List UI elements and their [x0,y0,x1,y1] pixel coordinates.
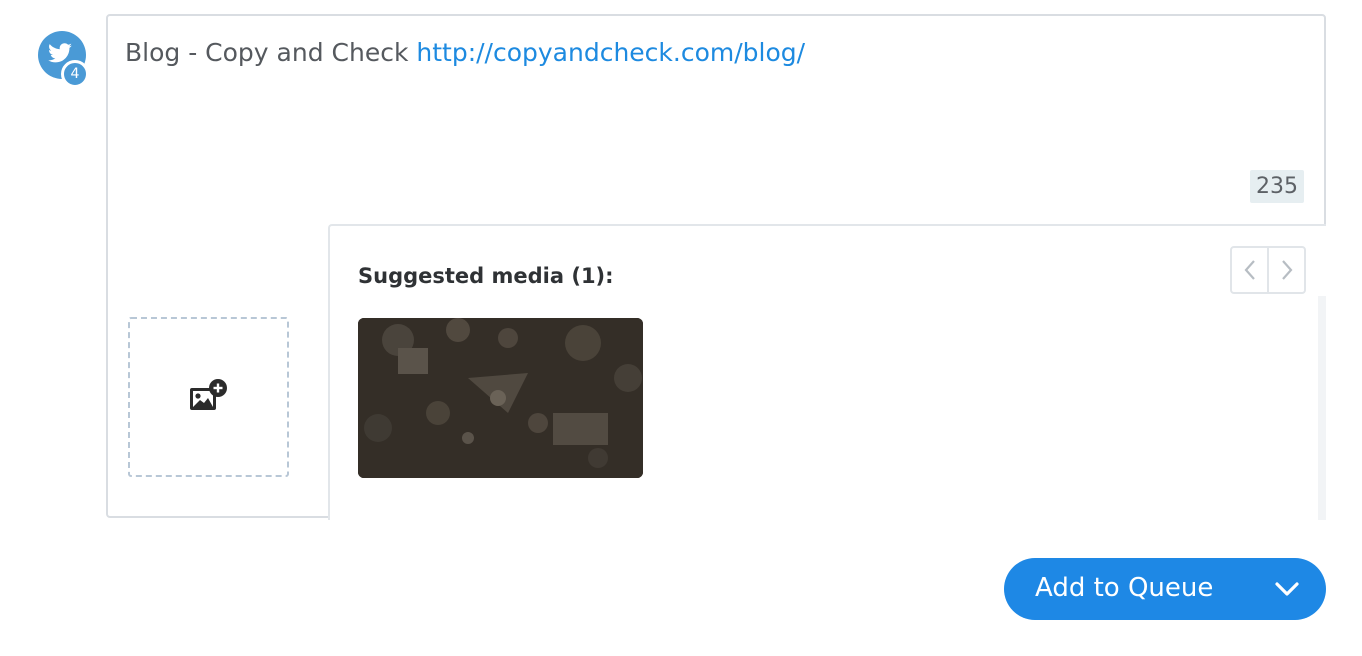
add-image-icon [189,379,227,410]
chevron-right-icon [1281,260,1292,280]
chevron-left-icon [1244,260,1255,280]
account-count-badge: 4 [61,60,89,88]
suggested-media-title: Suggested media (1): [358,264,614,288]
post-composer[interactable]: Blog - Copy and Check http://copyandchec… [106,14,1326,520]
post-text-body: Blog - Copy and Check [125,38,417,67]
post-text[interactable]: Blog - Copy and Check http://copyandchec… [125,38,805,67]
add-to-queue-button[interactable]: Add to Queue [1004,558,1326,620]
previous-media-button[interactable] [1232,248,1267,292]
character-count: 235 [1250,170,1304,203]
add-to-queue-label: Add to Queue [1035,573,1214,603]
queue-options-toggle[interactable] [1274,580,1300,602]
chevron-down-icon [1275,582,1299,596]
add-media-button[interactable] [128,317,289,477]
media-pager [1230,246,1306,294]
meeting-table-photo [358,318,643,478]
post-link[interactable]: http://copyandcheck.com/blog/ [416,38,805,67]
suggested-media-panel: Suggested media (1): [328,224,1326,520]
suggested-media-thumbnail[interactable] [358,318,643,478]
panel-scroll-edge [1318,296,1326,520]
next-media-button[interactable] [1267,248,1304,292]
